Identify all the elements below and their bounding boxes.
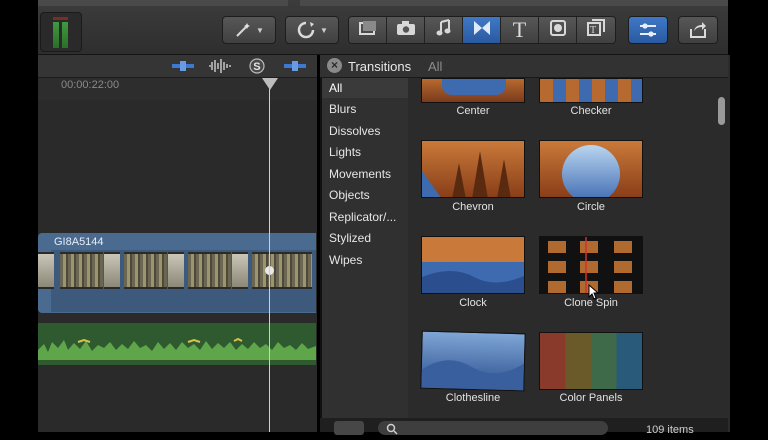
clip-thumbnail	[168, 252, 184, 289]
clip-appearance-button[interactable]	[172, 59, 194, 73]
inspector-icon	[638, 22, 658, 38]
category-dissolves[interactable]: Dissolves	[329, 124, 380, 138]
generators-icon	[549, 19, 567, 42]
item-count: 109 items	[646, 424, 694, 436]
audio-meter-icon	[53, 17, 68, 20]
svg-text:S: S	[253, 61, 260, 73]
clip-thumbnail	[252, 252, 312, 289]
category-wipes[interactable]: Wipes	[329, 253, 362, 267]
browser-breadcrumb: All	[428, 59, 443, 74]
mouse-cursor-icon	[588, 283, 600, 305]
retime-button[interactable]: ▼	[285, 16, 339, 44]
transitions-button[interactable]	[463, 17, 501, 43]
sidebar-toggle-button[interactable]	[334, 421, 364, 435]
audio-skimming-button[interactable]	[208, 58, 232, 74]
camera-button[interactable]	[387, 17, 425, 43]
browser-title: Transitions	[348, 59, 412, 74]
search-input[interactable]	[378, 421, 608, 435]
clip-thumbnail	[104, 252, 120, 289]
magic-wand-icon	[234, 21, 252, 39]
clip-thumbnail	[232, 252, 248, 289]
transition-thumb-checker[interactable]	[539, 78, 643, 103]
audio-waveform	[38, 337, 316, 360]
transition-thumb-clock[interactable]	[421, 236, 525, 294]
transition-label-checker: Checker	[570, 105, 612, 117]
toolbar-strip	[300, 0, 728, 6]
toolbar-strip	[38, 0, 288, 6]
playhead[interactable]	[269, 78, 270, 432]
transition-label-color-panels: Color Panels	[559, 392, 623, 404]
transitions-icon	[473, 20, 491, 41]
category-replicator[interactable]: Replicator/...	[329, 210, 396, 224]
audio-meter-icon	[53, 22, 59, 48]
share-button[interactable]	[678, 16, 718, 44]
media-browser-segment: T T	[348, 16, 616, 44]
retime-icon	[296, 20, 316, 40]
solo-icon: S	[248, 58, 266, 78]
clip-thumbnail	[188, 252, 231, 289]
category-movements[interactable]: Movements	[329, 167, 391, 181]
chevron-down-icon: ▼	[256, 25, 264, 35]
titles-icon: T	[512, 17, 527, 42]
close-icon[interactable]: ×	[327, 58, 342, 73]
transition-label-clothesline: Clothesline	[445, 392, 501, 404]
enhance-button[interactable]: ▼	[222, 16, 276, 44]
photo-browser-button[interactable]	[349, 17, 387, 43]
audio-meter-button[interactable]	[40, 12, 82, 52]
share-icon	[688, 21, 708, 39]
transition-thumb-chevron[interactable]	[421, 140, 525, 198]
transition-thumb-circle[interactable]	[539, 140, 643, 198]
transition-thumb-color-panels[interactable]	[539, 332, 643, 390]
transition-label-center: Center	[456, 105, 490, 117]
music-icon	[436, 18, 452, 42]
solo-button[interactable]: S	[248, 58, 266, 74]
transition-thumb-center[interactable]	[421, 78, 525, 103]
category-objects[interactable]: Objects	[329, 188, 370, 202]
photo-browser-icon	[358, 20, 378, 41]
transition-label-clock: Clock	[459, 297, 487, 309]
playhead-handle[interactable]	[262, 78, 278, 90]
audio-meter-icon	[62, 22, 68, 48]
themes-icon: T	[586, 18, 606, 42]
clip-name: GI8A5144	[54, 236, 104, 248]
snapping-button[interactable]	[284, 59, 306, 73]
transition-label-chevron: Chevron	[452, 201, 494, 213]
camera-icon	[396, 20, 416, 41]
browser-scrollbar[interactable]	[718, 97, 725, 125]
generators-button[interactable]	[539, 17, 577, 43]
category-blurs[interactable]: Blurs	[329, 102, 356, 116]
chevron-down-icon: ▼	[320, 25, 328, 35]
inspector-button[interactable]	[628, 16, 668, 44]
titles-button[interactable]: T	[501, 17, 539, 43]
category-stylized[interactable]: Stylized	[329, 231, 371, 245]
waveform-icon	[208, 59, 232, 78]
clip-thumbnail	[38, 252, 54, 289]
timeline-header: S	[38, 55, 317, 78]
transition-label-circle: Circle	[576, 201, 606, 213]
svg-text:T: T	[590, 25, 596, 36]
music-button[interactable]	[425, 17, 463, 43]
search-icon	[386, 422, 398, 440]
category-all[interactable]: All	[329, 81, 342, 95]
clip-thumbnail	[60, 252, 103, 289]
timecode-label: 00:00:22:00	[61, 79, 120, 91]
themes-button[interactable]: T	[577, 17, 615, 43]
category-lights[interactable]: Lights	[329, 145, 361, 159]
transition-thumb-clothesline[interactable]	[420, 330, 526, 392]
clip-thumbnail	[124, 252, 167, 289]
